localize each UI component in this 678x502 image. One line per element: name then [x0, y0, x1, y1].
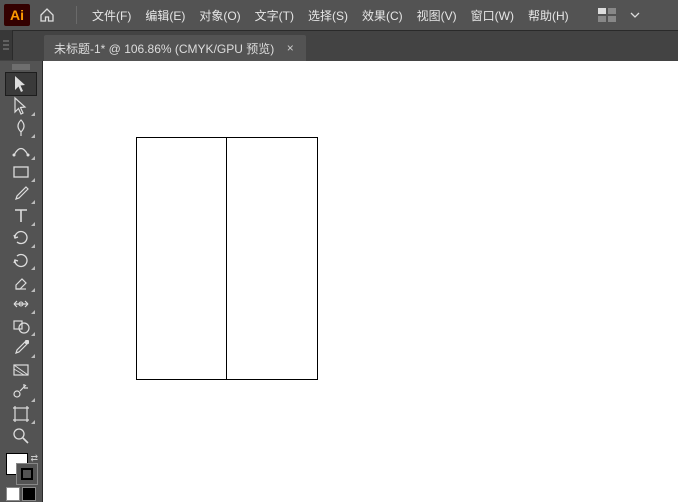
tool-eyedropper[interactable]	[6, 337, 36, 359]
tools-panel: ⇄	[0, 61, 43, 502]
menu-window[interactable]: 窗口(W)	[464, 4, 521, 27]
menu-object[interactable]: 对象(O)	[192, 4, 247, 27]
tool-paintbrush[interactable]	[6, 183, 36, 205]
workspace-switcher-icon[interactable]	[592, 5, 622, 25]
stroke-swatch[interactable]	[16, 463, 38, 485]
tool-shape-builder[interactable]	[6, 315, 36, 337]
workspace-body: ⇄	[0, 61, 678, 502]
menu-file[interactable]: 文件(F)	[85, 4, 138, 27]
workspace-dropdown-icon[interactable]	[628, 8, 642, 22]
menubar: Ai 文件(F)编辑(E)对象(O)文字(T)选择(S)效果(C)视图(V)窗口…	[0, 0, 678, 31]
home-icon[interactable]	[36, 4, 58, 26]
tool-symbol-sprayer[interactable]	[6, 381, 36, 403]
tool-direct-selection[interactable]	[6, 95, 36, 117]
document-tab-bar: 未标题-1* @ 106.86% (CMYK/GPU 预览) ×	[0, 31, 678, 61]
menu-separator	[76, 6, 77, 24]
tool-pen[interactable]	[6, 117, 36, 139]
tool-selection[interactable]	[6, 73, 36, 95]
tool-rectangle[interactable]	[6, 161, 36, 183]
tool-type[interactable]	[6, 205, 36, 227]
close-icon[interactable]: ×	[284, 42, 296, 54]
menu-effect[interactable]: 效果(C)	[355, 4, 410, 27]
menu-help[interactable]: 帮助(H)	[521, 4, 576, 27]
tool-zoom[interactable]	[6, 425, 36, 447]
document-tab-title: 未标题-1* @ 106.86% (CMYK/GPU 预览)	[54, 40, 274, 57]
app-logo: Ai	[4, 4, 30, 26]
fill-stroke-control[interactable]: ⇄	[4, 453, 38, 483]
canvas[interactable]	[43, 61, 678, 502]
tool-curvature[interactable]	[6, 139, 36, 161]
collapsed-panel-strip[interactable]	[0, 30, 13, 60]
draw-mode-normal[interactable]	[6, 487, 20, 501]
panel-grip-icon[interactable]	[6, 63, 36, 71]
tool-rotate[interactable]	[6, 227, 36, 249]
tool-eraser[interactable]	[6, 271, 36, 293]
tool-reflect[interactable]	[6, 249, 36, 271]
menu-select[interactable]: 选择(S)	[301, 4, 355, 27]
document-tab[interactable]: 未标题-1* @ 106.86% (CMYK/GPU 预览) ×	[44, 35, 306, 61]
menu-view[interactable]: 视图(V)	[410, 4, 464, 27]
tool-artboard[interactable]	[6, 403, 36, 425]
draw-mode-behind[interactable]	[22, 487, 36, 501]
artwork-rect[interactable]	[226, 137, 318, 380]
tool-width[interactable]	[6, 293, 36, 315]
swap-fill-stroke-icon[interactable]: ⇄	[30, 453, 38, 464]
artwork-rect[interactable]	[136, 137, 228, 380]
draw-mode-switch[interactable]	[4, 485, 38, 502]
menu-edit[interactable]: 编辑(E)	[138, 4, 192, 27]
menu-type[interactable]: 文字(T)	[248, 4, 301, 27]
tool-gradient[interactable]	[6, 359, 36, 381]
